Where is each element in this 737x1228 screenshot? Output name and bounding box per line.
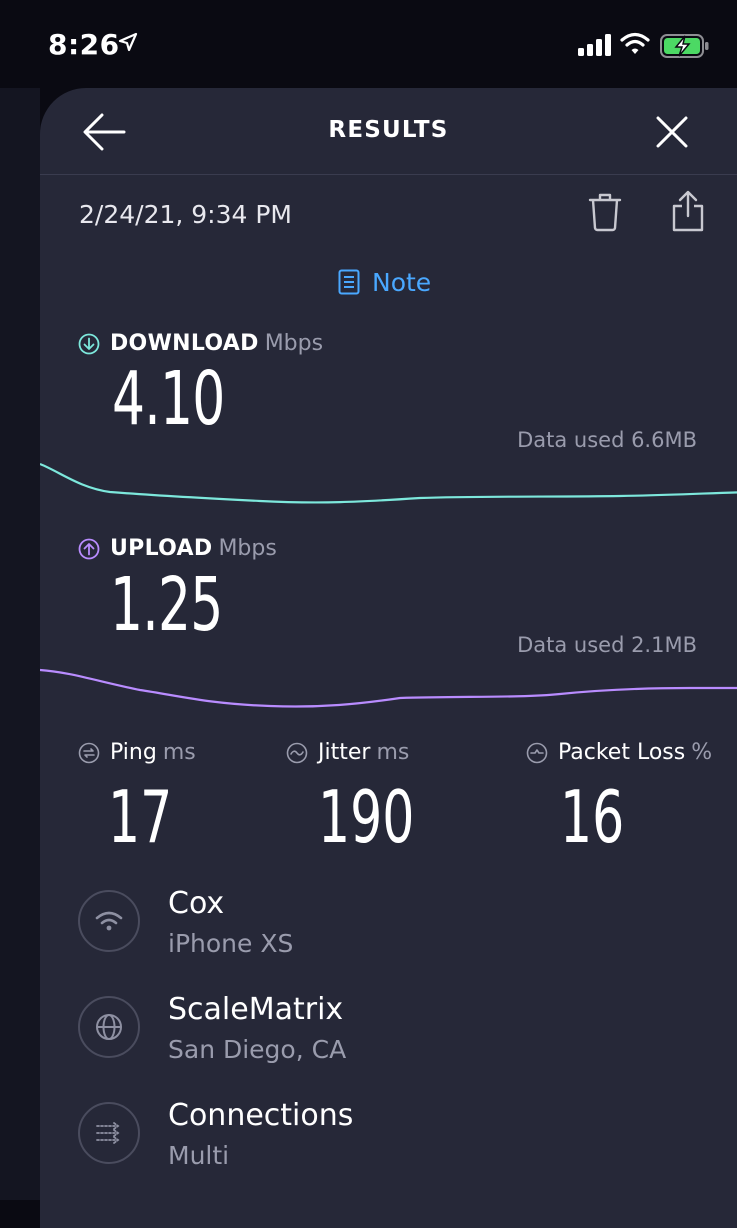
packet-loss-unit: % [691, 740, 713, 765]
wifi-icon [78, 890, 140, 952]
upload-arrow-icon [78, 538, 100, 559]
jitter-label: Jitter [318, 740, 371, 765]
battery-charging-icon [660, 34, 709, 58]
ping-label-row: Ping ms [78, 740, 196, 765]
note-icon [338, 269, 360, 295]
page-title: RESULTS [328, 117, 449, 143]
share-icon[interactable] [670, 190, 706, 232]
result-datetime: 2/24/21, 9:34 PM [79, 200, 293, 229]
jitter-value: 190 [318, 775, 415, 859]
upload-speed-graph [40, 668, 737, 708]
upload-data-used: Data used 2.1MB [517, 633, 697, 657]
upload-label-row: UPLOAD Mbps [78, 536, 277, 561]
jitter-icon [286, 742, 308, 763]
upload-value: 1.25 [110, 562, 223, 648]
provider-name: Cox [168, 886, 225, 921]
jitter-unit: ms [376, 740, 410, 765]
connections-row[interactable]: Connections Multi [78, 1098, 353, 1174]
location-arrow-icon [118, 32, 138, 52]
connections-icon [78, 1102, 140, 1164]
close-icon[interactable] [652, 112, 692, 152]
ping-label: Ping [110, 740, 157, 765]
background-card-edge [0, 88, 40, 1200]
ping-stat: Ping ms 17 [78, 740, 196, 859]
status-bar: 8:26 [0, 0, 737, 88]
packet-loss-label-row: Packet Loss % [526, 740, 712, 765]
download-speed-graph [40, 462, 737, 504]
device-name: iPhone XS [168, 929, 294, 958]
server-location: San Diego, CA [168, 1035, 347, 1064]
download-label: DOWNLOAD [110, 331, 259, 356]
packet-loss-stat: Packet Loss % 16 [526, 740, 712, 859]
server-row[interactable]: ScaleMatrix San Diego, CA [78, 992, 346, 1068]
trash-icon[interactable] [588, 192, 622, 232]
download-label-row: DOWNLOAD Mbps [78, 331, 323, 356]
jitter-stat: Jitter ms 190 [286, 740, 442, 859]
note-label: Note [372, 267, 432, 297]
status-time: 8:26 [48, 28, 120, 61]
ping-icon [78, 742, 100, 763]
download-data-used: Data used 6.6MB [517, 428, 697, 452]
ping-unit: ms [162, 740, 196, 765]
cellular-signal-icon [578, 34, 611, 56]
connections-title: Connections [168, 1098, 354, 1133]
connections-mode: Multi [168, 1141, 230, 1170]
globe-icon [78, 996, 140, 1058]
ping-value: 17 [108, 775, 173, 859]
note-button[interactable]: Note [338, 264, 431, 300]
packet-loss-icon [526, 742, 548, 763]
wifi-status-icon [620, 32, 650, 54]
packet-loss-value: 16 [560, 775, 625, 859]
upload-label: UPLOAD [110, 536, 213, 561]
upload-unit: Mbps [218, 536, 277, 561]
download-value: 4.10 [112, 356, 225, 442]
packet-loss-label: Packet Loss [558, 740, 686, 765]
download-arrow-icon [78, 333, 100, 354]
results-header: RESULTS [40, 88, 737, 175]
results-card: RESULTS 2/24/21, 9:34 PM Note DOWNLOAD M… [40, 88, 737, 1228]
provider-row[interactable]: Cox iPhone XS [78, 886, 293, 962]
server-name: ScaleMatrix [168, 992, 344, 1027]
jitter-label-row: Jitter ms [286, 740, 442, 765]
download-unit: Mbps [264, 331, 324, 356]
